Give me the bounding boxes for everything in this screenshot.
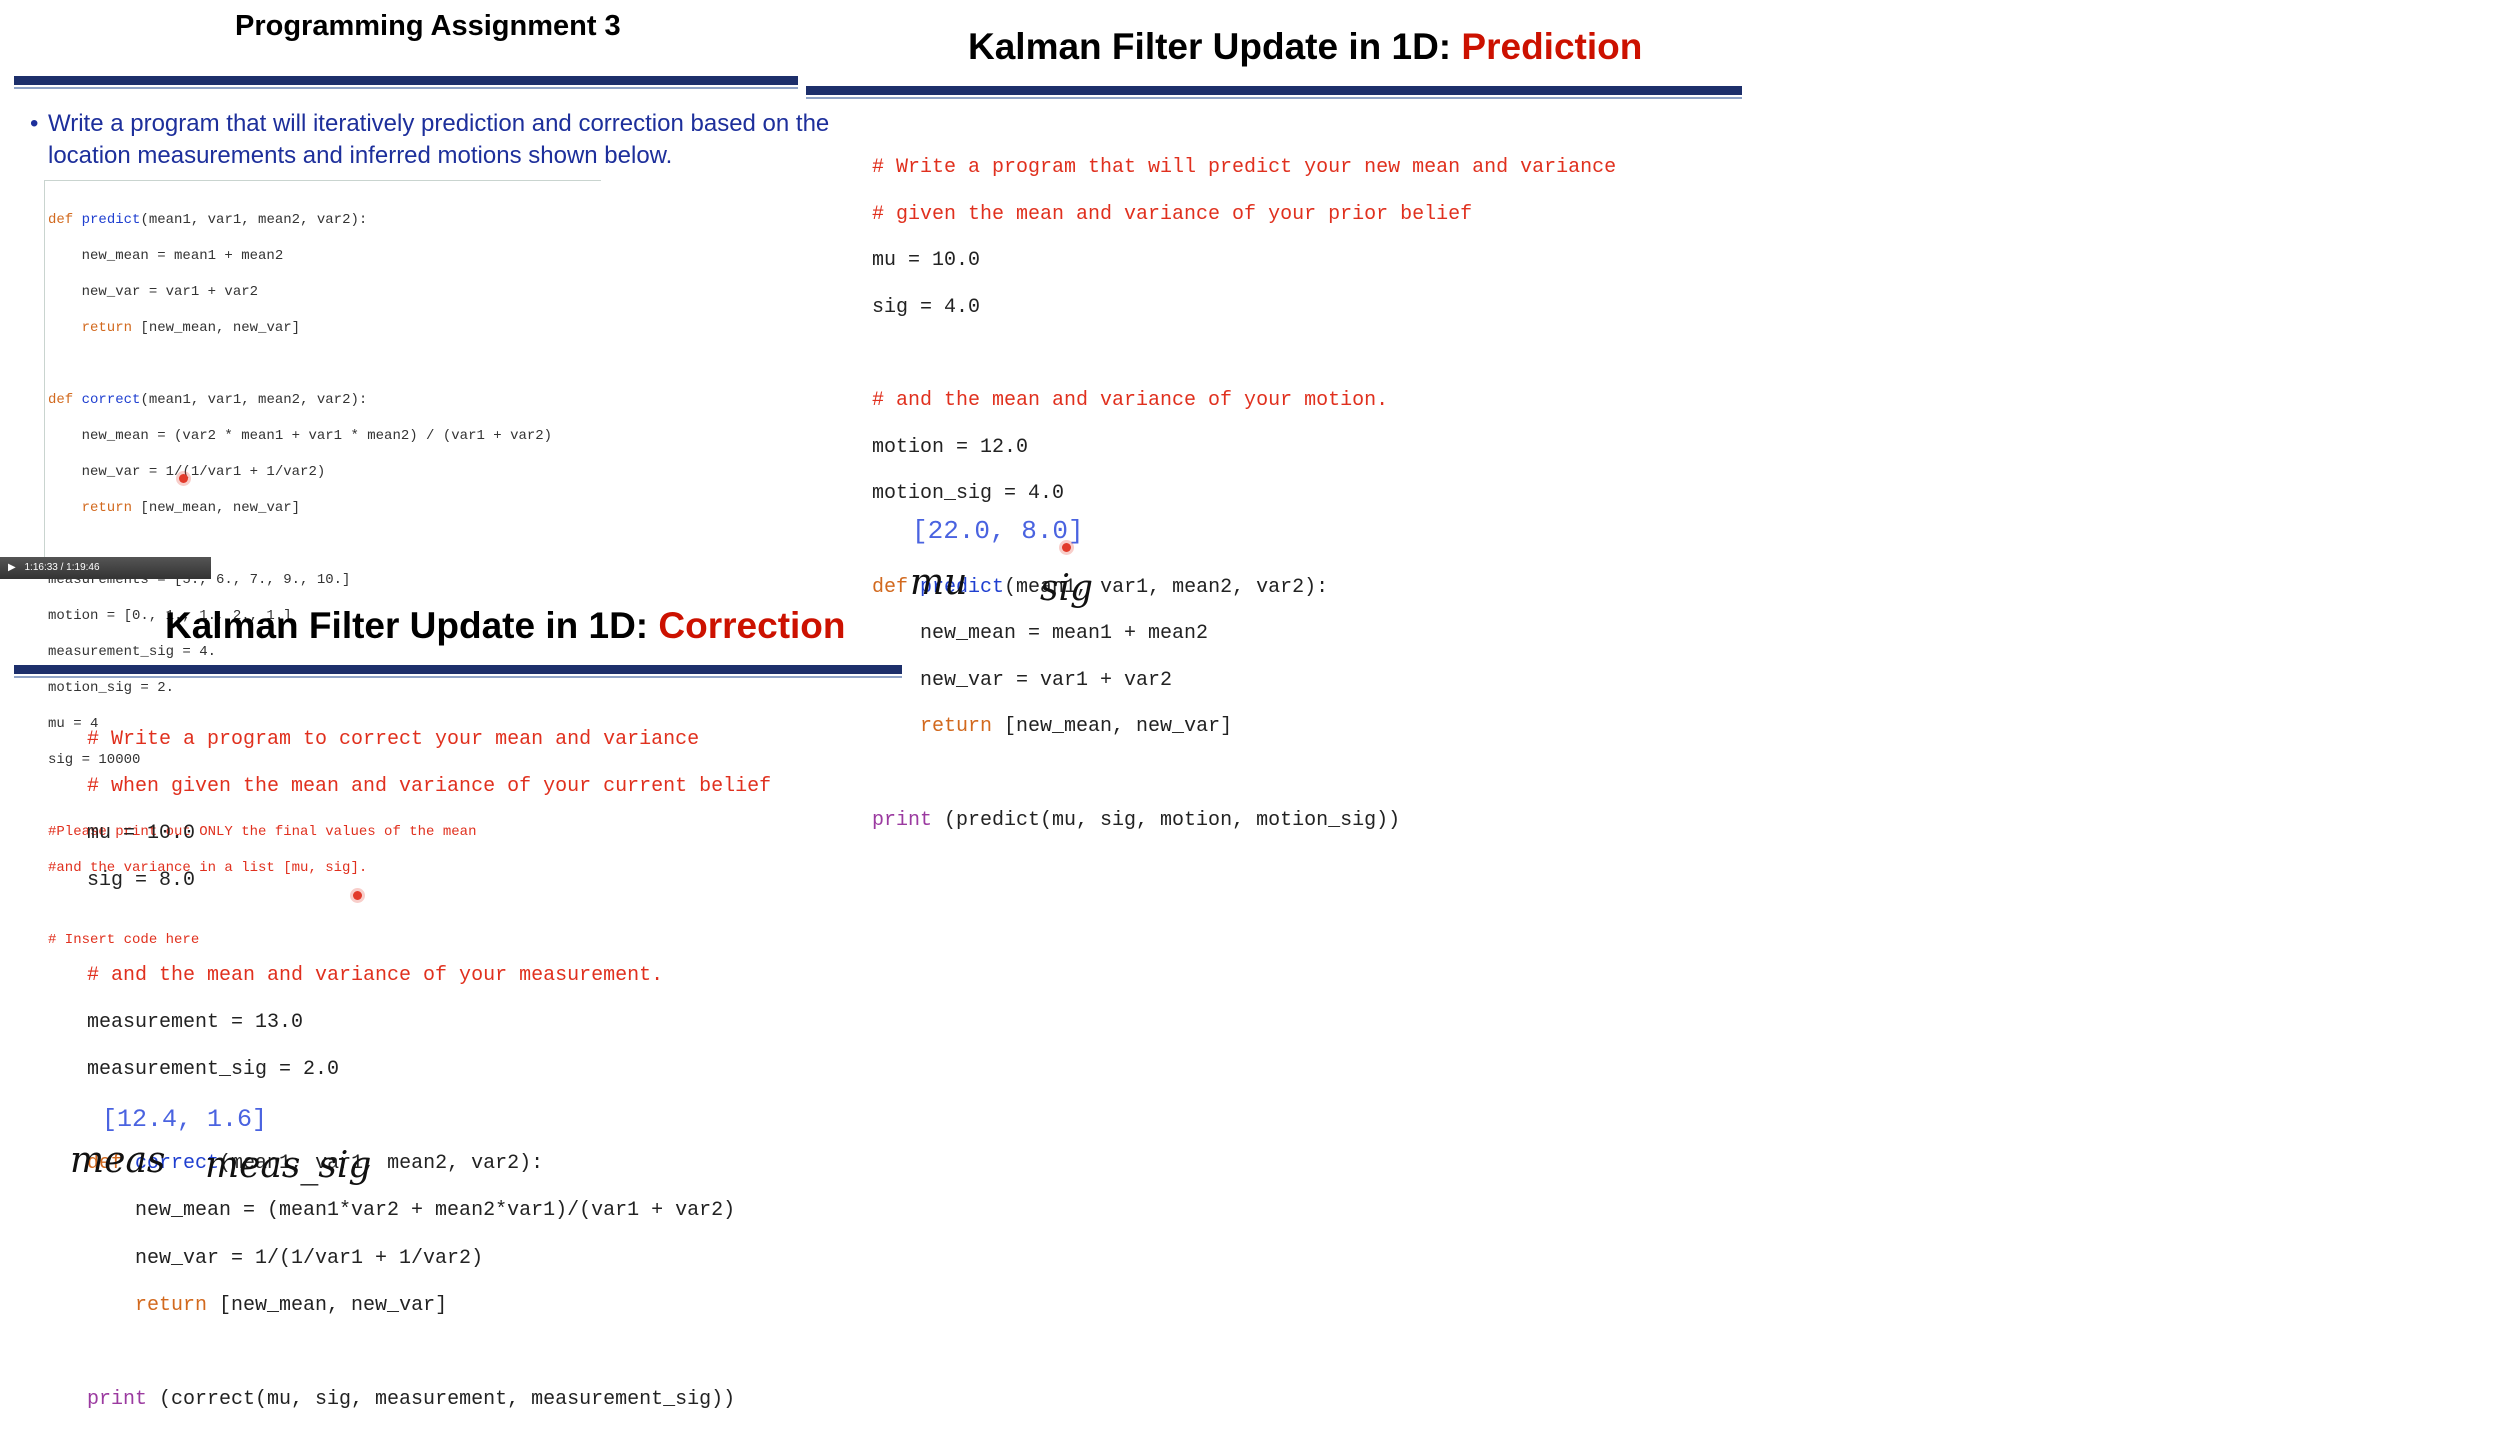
cursor-dot (353, 891, 362, 900)
code-line: return [new_mean, new_var] (87, 1293, 448, 1317)
code-line: motion_sig = 2. (48, 680, 175, 696)
prediction-title-highlight: Prediction (1461, 26, 1643, 67)
prediction-code: # Write a program that will predict your… (872, 133, 1616, 855)
assignment-text-line1: Write a program that will iteratively pr… (48, 110, 830, 137)
correction-title-highlight: Correction (658, 605, 846, 646)
code-line: return [new_mean, new_var] (48, 500, 301, 516)
code-line: new_mean = (var2 * mean1 + var1 * mean2)… (48, 428, 553, 444)
code-line: # Write a program that will predict your… (872, 156, 1617, 180)
handwritten-sig: sig (1040, 568, 1094, 609)
correction-title-rule (14, 665, 902, 674)
code-line: def predict(mean1, var1, mean2, var2): (872, 575, 1329, 599)
assignment-bullet: • (30, 110, 39, 137)
assignment-title: Programming Assignment 3 (235, 10, 621, 42)
code-line: new_var = var1 + var2 (872, 668, 1173, 692)
prediction-title: Kalman Filter Update in 1D: Prediction (968, 26, 1643, 67)
correction-title: Kalman Filter Update in 1D: Correction (165, 605, 846, 646)
play-icon[interactable]: ▶ (8, 562, 16, 573)
correction-title-rule-thin (14, 676, 902, 678)
code-line: new_mean = mean1 + mean2 (872, 622, 1209, 646)
code-line: sig = 8.0 (87, 869, 196, 893)
code-line: def predict(mean1, var1, mean2, var2): (48, 212, 368, 228)
code-line: new_mean = mean1 + mean2 (48, 248, 284, 264)
code-line: motion_sig = 4.0 (872, 482, 1065, 506)
code-line: mu = 10.0 (872, 249, 981, 273)
assignment-title-rule (14, 76, 798, 85)
code-line: return [new_mean, new_var] (872, 715, 1233, 739)
code-line: new_var = 1/(1/var1 + 1/var2) (87, 1246, 484, 1270)
code-line: # and the mean and variance of your meas… (87, 963, 664, 987)
handwritten-mu: mu (910, 562, 968, 603)
code-line: new_mean = (mean1*var2 + mean2*var1)/(va… (87, 1199, 736, 1223)
assignment-text-line2: location measurements and inferred motio… (48, 142, 673, 169)
code-line: print (correct(mu, sig, measurement, mea… (87, 1388, 736, 1412)
code-line: sig = 4.0 (872, 296, 981, 320)
correction-output: [12.4, 1.6] (102, 1105, 268, 1134)
prediction-title-rule (806, 86, 1742, 95)
code-line: # Write a program to correct your mean a… (87, 727, 700, 751)
code-line: return [new_mean, new_var] (48, 320, 301, 336)
prediction-title-rule-thin (806, 97, 1742, 99)
video-time: 1:16:33 / 1:19:46 (24, 562, 100, 573)
code-line: motion = 12.0 (872, 435, 1029, 459)
code-line: new_var = var1 + var2 (48, 284, 259, 300)
code-line: measurement_sig = 2.0 (87, 1057, 340, 1081)
code-line: # given the mean and variance of your pr… (872, 202, 1473, 226)
code-line: def correct(mean1, var1, mean2, var2): (48, 392, 368, 408)
code-line: print (predict(mu, sig, motion, motion_s… (872, 808, 1401, 832)
cursor-dot (1062, 543, 1071, 552)
code-line: def correct(mean1, var1, mean2, var2): (87, 1152, 544, 1176)
code-line: mu = 10.0 (87, 821, 196, 845)
correction-code: # Write a program to correct your mean a… (87, 704, 771, 1435)
code-line: new_var = 1/(1/var1 + 1/var2) (48, 464, 326, 480)
code-line: # when given the mean and variance of yo… (87, 774, 772, 798)
handwritten-meas: meas (70, 1140, 166, 1181)
prediction-output: [22.0, 8.0] (912, 516, 1084, 546)
cursor-dot (179, 474, 188, 483)
code-line: # and the mean and variance of your moti… (872, 389, 1389, 413)
code-line: measurement = 13.0 (87, 1010, 304, 1034)
assignment-title-rule-thin (14, 87, 798, 89)
video-progress-bar[interactable]: ▶ 1:16:33 / 1:19:46 (0, 557, 211, 579)
handwritten-meas-sig: meas_sig (205, 1145, 372, 1186)
